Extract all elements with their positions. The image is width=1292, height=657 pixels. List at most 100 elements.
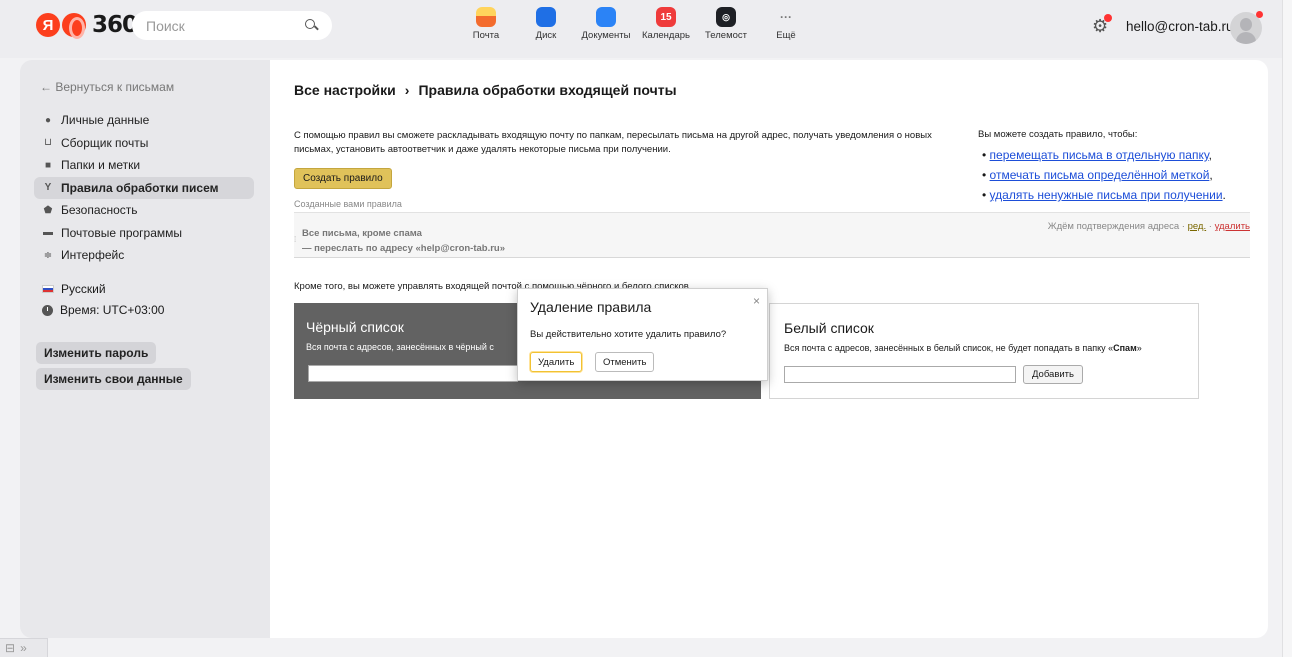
sidebar-item-folders[interactable]: ■ Папки и метки: [34, 154, 254, 176]
tip-delete-link[interactable]: удалять ненужные письма при получении: [990, 188, 1223, 202]
back-to-mail-link[interactable]: ← Вернуться к письмам: [40, 80, 174, 94]
whitelist-add-button[interactable]: Добавить: [1023, 365, 1083, 384]
sidebar-item-label: Правила обработки писем: [61, 180, 219, 195]
logo-text: 360: [92, 12, 138, 38]
whitelist-input[interactable]: [784, 366, 1016, 383]
sidebar-item-label: Сборщик почты: [61, 135, 149, 150]
avatar-notification-dot: [1256, 11, 1263, 18]
tip-suffix: ,: [1208, 148, 1212, 162]
page-scrollbar[interactable]: [1282, 0, 1292, 657]
sidebar-item-label: Почтовые программы: [61, 225, 183, 240]
blacklist-input[interactable]: [308, 365, 518, 382]
search-placeholder: Поиск: [146, 17, 185, 34]
app-more[interactable]: ··· Ещё: [756, 7, 816, 41]
timezone-label: Время: UTC+03:00: [60, 303, 165, 317]
sidebar-item-collector[interactable]: ⊔ Сборщик почты: [34, 132, 254, 154]
settings-sidebar: ← Вернуться к письмам ● Личные данные ⊔ …: [20, 60, 270, 638]
cancel-button[interactable]: Отменить: [595, 352, 655, 372]
rule-tips: Вы можете создать правило, чтобы: переме…: [978, 129, 1268, 208]
tip-suffix: ,: [1209, 168, 1213, 182]
whitelist-description: Вся почта с адресов, занесённых в белый …: [784, 343, 1142, 353]
folder-icon: ■: [44, 159, 52, 171]
dialog-title: Удаление правила: [530, 299, 652, 315]
drag-handle-icon[interactable]: ⁞: [294, 235, 296, 244]
timezone-selector[interactable]: Время: UTC+03:00: [42, 303, 164, 317]
tip-move-link[interactable]: перемещать письма в отдельную папку: [990, 148, 1209, 162]
create-rule-button[interactable]: Создать правило: [294, 168, 392, 189]
app-mail[interactable]: Почта: [456, 7, 516, 41]
logo-ya-icon: Я: [36, 13, 60, 37]
settings-notification-dot: [1104, 14, 1112, 22]
documents-icon: [596, 7, 616, 27]
rule-status: Ждём подтверждения адреса · ред. · удали…: [1048, 221, 1250, 232]
russian-flag-icon: [42, 285, 54, 293]
tip-item: удалять ненужные письма при получении.: [978, 188, 1268, 202]
app-documents[interactable]: Документы: [576, 7, 636, 41]
tips-title: Вы можете создать правило, чтобы:: [978, 129, 1138, 140]
rule-condition: Все письма, кроме спама: [302, 228, 422, 239]
delete-rule-dialog: Удаление правила × Вы действительно хоти…: [517, 288, 768, 381]
sidebar-item-label: Безопасность: [61, 203, 138, 217]
blacklist-description: Вся почта с адресов, занесённых в чёрный…: [306, 342, 494, 352]
sidebar-item-label: Интерфейс: [61, 248, 125, 262]
rules-icon: Y: [44, 182, 52, 193]
bottom-panel-toggle[interactable]: ⊟ »: [0, 638, 48, 657]
calendar-icon: 15: [656, 7, 676, 27]
whitelist-title: Белый список: [784, 320, 874, 336]
settings-main: Все настройки › Правила обработки входящ…: [270, 60, 1268, 638]
settings-nav: ● Личные данные ⊔ Сборщик почты ■ Папки …: [34, 109, 254, 267]
app-calendar[interactable]: 15 Календарь: [636, 7, 696, 41]
created-rules-label: Созданные вами правила: [294, 199, 402, 209]
whitelist-desc-post: »: [1136, 343, 1142, 353]
breadcrumb-separator: ›: [404, 82, 410, 98]
confirm-delete-button[interactable]: Удалить: [530, 352, 583, 372]
breadcrumb-all-settings[interactable]: Все настройки: [294, 82, 396, 98]
monitor-icon: ▬: [43, 227, 53, 238]
rule-status-text: Ждём подтверждения адреса ·: [1047, 221, 1188, 232]
change-data-button[interactable]: Изменить свои данные: [36, 368, 191, 390]
tip-label-link[interactable]: отмечать письма определённой меткой: [990, 168, 1210, 182]
sidebar-item-mail-clients[interactable]: ▬ Почтовые программы: [34, 222, 254, 244]
top-bar: Я 360 Поиск Почта Диск Документы 15 Кале…: [0, 0, 1282, 58]
sidebar-item-security[interactable]: ⬟ Безопасность: [34, 199, 254, 221]
rules-description: С помощью правил вы сможете раскладывать…: [294, 130, 932, 155]
shield-icon: ⬟: [43, 204, 53, 216]
app-more-label: Ещё: [776, 30, 796, 41]
whitelist-panel: Белый список Вся почта с адресов, занесё…: [769, 303, 1199, 399]
sidebar-item-rules[interactable]: Y Правила обработки писем: [34, 176, 254, 199]
sidebar-item-label: Папки и метки: [61, 158, 141, 172]
tip-suffix: .: [1222, 188, 1226, 202]
disk-icon: [536, 7, 556, 27]
tip-item: перемещать письма в отдельную папку,: [978, 148, 1268, 162]
sidebar-item-interface[interactable]: ≑ Интерфейс: [34, 244, 254, 266]
search-icon[interactable]: [305, 19, 318, 32]
rule-edit-link[interactable]: ред.: [1188, 221, 1207, 232]
blacklist-title: Чёрный список: [306, 319, 404, 335]
yandex-360-logo[interactable]: Я 360: [36, 12, 138, 39]
mail-icon: [476, 7, 496, 27]
more-icon: ···: [780, 10, 792, 24]
change-password-button[interactable]: Изменить пароль: [36, 342, 157, 364]
inbox-icon: ⊔: [44, 137, 52, 148]
rule-action: — переслать по адресу «help@cron-tab.ru»: [302, 243, 506, 254]
language-selector[interactable]: Русский: [42, 282, 106, 296]
sidebar-item-label: Личные данные: [61, 113, 150, 127]
whitelist-desc-bold: Спам: [1113, 343, 1137, 353]
language-label: Русский: [61, 282, 106, 296]
close-icon[interactable]: ×: [753, 294, 760, 308]
app-telemost-label: Телемост: [705, 30, 747, 41]
services-bar: Почта Диск Документы 15 Календарь ◎ Теле…: [456, 7, 816, 41]
app-calendar-label: Календарь: [642, 30, 690, 41]
sidebar-item-personal[interactable]: ● Личные данные: [34, 109, 254, 131]
search-input[interactable]: Поиск: [132, 11, 332, 40]
person-icon: ●: [44, 114, 52, 126]
panel-icon: ⊟: [5, 641, 16, 655]
expand-icon[interactable]: »: [20, 641, 27, 655]
app-disk[interactable]: Диск: [516, 7, 576, 41]
sliders-icon: ≑: [43, 249, 53, 261]
rule-row[interactable]: ⁞ Все письма, кроме спама — переслать по…: [294, 212, 1250, 258]
app-telemost[interactable]: ◎ Телемост: [696, 7, 756, 41]
rule-delete-link[interactable]: удалить: [1215, 221, 1250, 232]
app-disk-label: Диск: [535, 30, 557, 41]
account-email[interactable]: hello@cron-tab.ru: [1126, 19, 1234, 34]
